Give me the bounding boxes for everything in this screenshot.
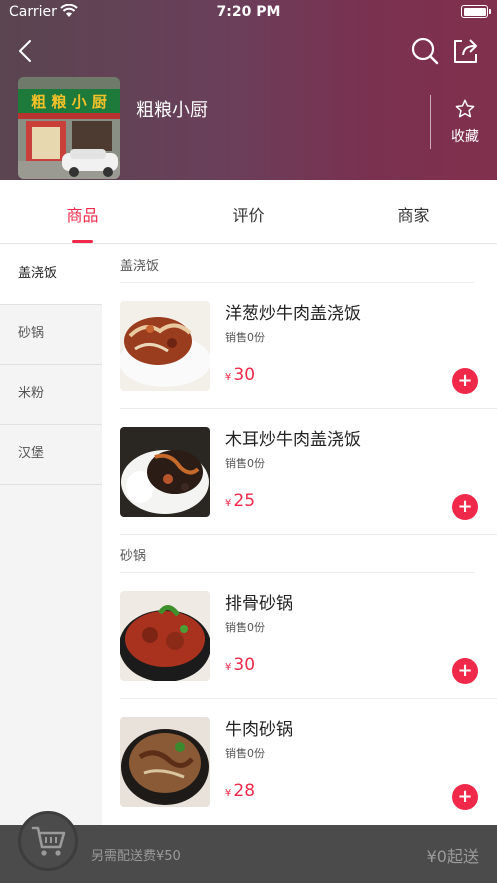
- favorite-divider: [430, 95, 431, 149]
- search-icon[interactable]: [410, 36, 440, 66]
- price-value: 28: [233, 781, 256, 801]
- active-tab-indicator: [72, 240, 93, 243]
- currency-symbol: ¥: [225, 788, 232, 799]
- product-item[interactable]: 牛肉砂锅 销售0份 ¥28 +: [120, 699, 497, 825]
- delivery-fee-text: 另需配送费¥50: [91, 849, 181, 864]
- shopping-cart-icon: [31, 826, 66, 856]
- store-photo: 粗 粮 小 厨: [18, 77, 120, 179]
- store-sign-text: 粗 粮 小 厨: [31, 93, 107, 111]
- section-title: 砂锅: [120, 535, 475, 573]
- store-name: 粗粮小厨: [136, 100, 208, 121]
- category-item-burger[interactable]: 汉堡: [0, 425, 102, 485]
- product-price: ¥25: [225, 491, 255, 511]
- tab-reviews[interactable]: 评价: [166, 180, 331, 244]
- add-to-cart-button[interactable]: +: [452, 784, 478, 810]
- category-item-noodles[interactable]: 米粉: [0, 365, 102, 425]
- currency-symbol: ¥: [225, 498, 232, 509]
- tab-products[interactable]: 商品: [0, 180, 165, 244]
- section-title: 盖浇饭: [120, 245, 475, 283]
- min-order-text: ¥0起送: [426, 847, 479, 866]
- add-to-cart-button[interactable]: +: [452, 368, 478, 394]
- cart-bar: 另需配送费¥50 ¥0起送: [0, 811, 497, 883]
- tab-merchant[interactable]: 商家: [331, 180, 496, 244]
- product-price: ¥28: [225, 781, 255, 801]
- back-icon[interactable]: [14, 38, 36, 64]
- favorite-button[interactable]: 收藏: [440, 98, 490, 148]
- category-item-claypot[interactable]: 砂锅: [0, 305, 102, 365]
- add-to-cart-button[interactable]: +: [452, 658, 478, 684]
- product-name: 排骨砂锅: [225, 594, 293, 614]
- cart-button[interactable]: [18, 811, 78, 871]
- currency-symbol: ¥: [225, 662, 232, 673]
- product-name: 木耳炒牛肉盖浇饭: [225, 430, 361, 450]
- battery-icon: [461, 5, 491, 18]
- product-name: 洋葱炒牛肉盖浇饭: [225, 304, 361, 324]
- add-to-cart-button[interactable]: +: [452, 494, 478, 520]
- product-price: ¥30: [225, 655, 255, 675]
- clock: 7:20 PM: [216, 4, 281, 20]
- star-icon: [455, 99, 475, 118]
- product-sales: 销售0份: [225, 331, 265, 344]
- favorite-label: 收藏: [451, 129, 479, 145]
- product-item[interactable]: 木耳炒牛肉盖浇饭 销售0份 ¥25 +: [120, 409, 497, 535]
- store-header: Carrier 7:20 PM 粗 粮 小 厨 粗粮小厨 收藏: [0, 0, 497, 180]
- product-sales: 销售0份: [225, 747, 265, 760]
- product-item[interactable]: 排骨砂锅 销售0份 ¥30 +: [120, 573, 497, 699]
- product-image: [120, 301, 210, 391]
- price-value: 30: [233, 365, 256, 385]
- price-value: 25: [233, 491, 256, 511]
- product-sales: 销售0份: [225, 621, 265, 634]
- product-image: [120, 591, 210, 681]
- tab-bar: 商品 评价 商家: [0, 180, 497, 244]
- category-sidebar: 盖浇饭 砂锅 米粉 汉堡: [0, 245, 102, 825]
- currency-symbol: ¥: [225, 372, 232, 383]
- share-icon[interactable]: [450, 36, 480, 66]
- product-price: ¥30: [225, 365, 255, 385]
- product-sales: 销售0份: [225, 457, 265, 470]
- product-image: [120, 717, 210, 807]
- product-list: 盖浇饭 洋葱炒牛肉盖浇饭 销售0份 ¥30 + 木耳炒牛肉盖浇饭 销售0份 ¥ …: [102, 245, 497, 825]
- product-item[interactable]: 洋葱炒牛肉盖浇饭 销售0份 ¥30 +: [120, 283, 497, 409]
- product-name: 牛肉砂锅: [225, 720, 293, 740]
- product-image: [120, 427, 210, 517]
- price-value: 30: [233, 655, 256, 675]
- category-item-rice[interactable]: 盖浇饭: [0, 245, 102, 305]
- status-bar: Carrier 7:20 PM: [0, 0, 497, 26]
